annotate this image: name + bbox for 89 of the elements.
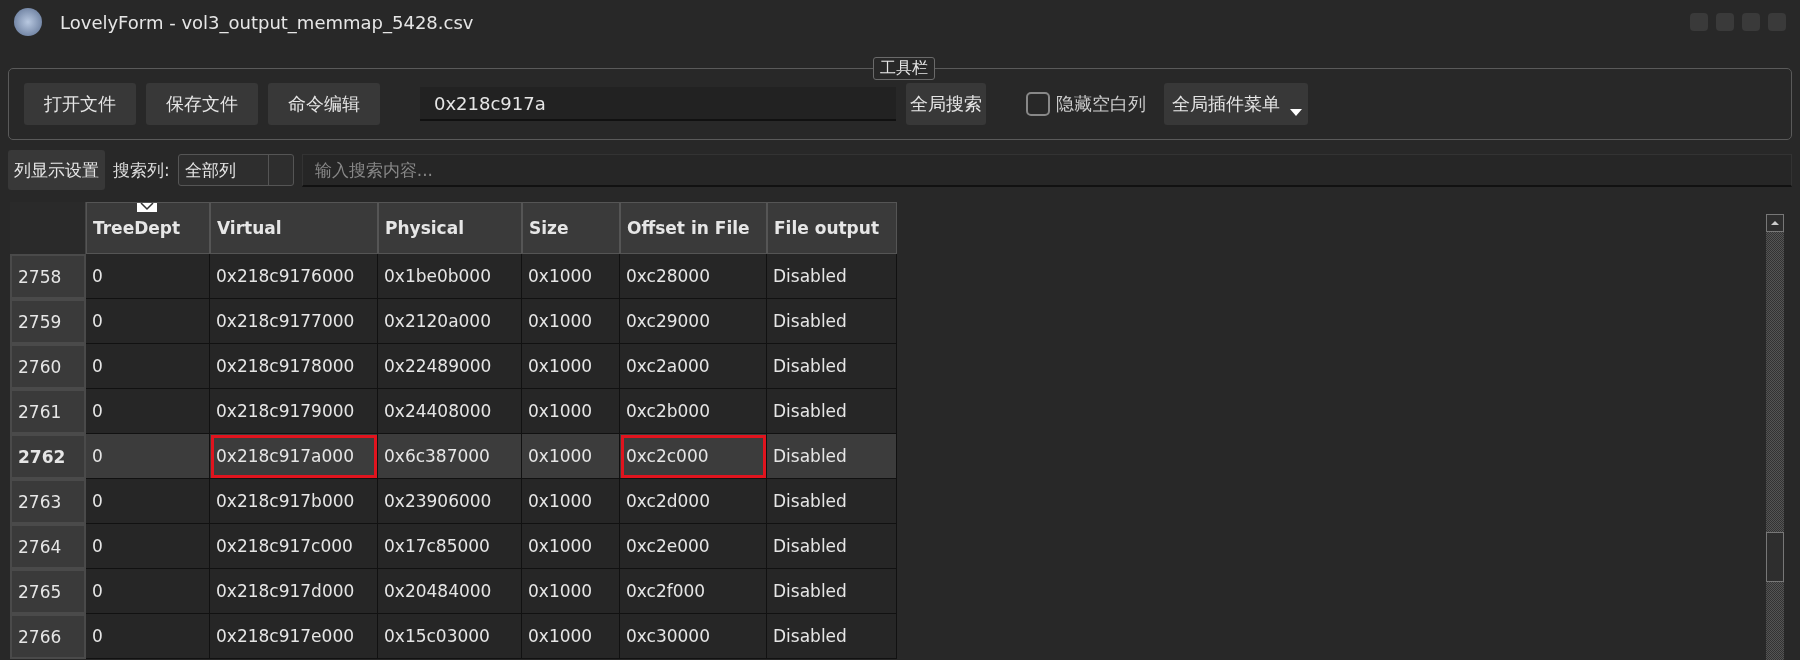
table-cell: 0 <box>86 524 210 569</box>
checkbox[interactable] <box>1026 92 1050 116</box>
table-cell: 0x1000 <box>522 254 620 299</box>
table-cell: 0xc2b000 <box>620 389 767 434</box>
table-cell: 0x218c917d000 <box>210 569 378 614</box>
table-cell: 0x1000 <box>522 389 620 434</box>
scrollbar[interactable] <box>1766 214 1784 660</box>
row-header[interactable]: 2761 <box>10 389 86 434</box>
toolbar-button[interactable]: 保存文件 <box>146 83 258 125</box>
column-dropdown[interactable]: 全部列 <box>177 154 294 186</box>
table-cell: 0x23906000 <box>378 479 522 524</box>
table-cell: 0x17c85000 <box>378 524 522 569</box>
table-cell: 0x218c917a000 <box>210 434 378 479</box>
table-cell: 0xc2a000 <box>620 344 767 389</box>
column-header[interactable]: TreeDept <box>86 202 210 254</box>
row-header[interactable]: 2760 <box>10 344 86 389</box>
column-header[interactable]: File output <box>767 202 897 254</box>
table-cell: Disabled <box>767 614 897 659</box>
table-cell: 0 <box>86 389 210 434</box>
column-settings-button[interactable]: 列显示设置 <box>8 150 105 190</box>
table-cell: 0 <box>86 344 210 389</box>
app-icon <box>14 8 42 36</box>
group-title: 工具栏 <box>873 57 935 80</box>
scroll-up-icon[interactable] <box>1766 214 1784 232</box>
column-header[interactable]: Size <box>522 202 620 254</box>
table-cell: 0 <box>86 254 210 299</box>
sort-icon <box>137 203 157 212</box>
table-cell: 0 <box>86 299 210 344</box>
table-cell: Disabled <box>767 524 897 569</box>
row-header[interactable]: 2762 <box>10 434 86 479</box>
row-header[interactable]: 2765 <box>10 569 86 614</box>
table-cell: 0x1000 <box>522 479 620 524</box>
table-cell: 0xc30000 <box>620 614 767 659</box>
table-cell: 0xc2c000 <box>620 434 767 479</box>
table-cell: 0xc2f000 <box>620 569 767 614</box>
table-cell: 0x1000 <box>522 524 620 569</box>
table-cell: 0 <box>86 434 210 479</box>
row-header[interactable]: 2764 <box>10 524 86 569</box>
column-header[interactable]: Offset in File <box>620 202 767 254</box>
table-cell: 0 <box>86 614 210 659</box>
table-cell: 0x24408000 <box>378 389 522 434</box>
table-cell: 0x22489000 <box>378 344 522 389</box>
table-cell: 0x218c9176000 <box>210 254 378 299</box>
table-cell: Disabled <box>767 479 897 524</box>
plugin-menu-button[interactable]: 全局插件菜单 <box>1164 83 1308 125</box>
table-cell: 0x218c917b000 <box>210 479 378 524</box>
table-cell: 0x218c917e000 <box>210 614 378 659</box>
table-cell: 0xc28000 <box>620 254 767 299</box>
row-header[interactable]: 2758 <box>10 254 86 299</box>
table-cell: 0 <box>86 569 210 614</box>
table-cell: Disabled <box>767 254 897 299</box>
caret-icon <box>1290 109 1302 117</box>
table-cell: 0x6c387000 <box>378 434 522 479</box>
window-title: LovelyForm - vol3_output_memmap_5428.csv <box>60 11 475 33</box>
table-cell: 0x218c917c000 <box>210 524 378 569</box>
table-cell: 0x1000 <box>522 299 620 344</box>
table-cell: Disabled <box>767 569 897 614</box>
row-header[interactable]: 2759 <box>10 299 86 344</box>
table-cell: 0x218c9179000 <box>210 389 378 434</box>
table-cell: 0x1000 <box>522 614 620 659</box>
row-header[interactable]: 2766 <box>10 614 86 659</box>
table-cell: 0x1be0b000 <box>378 254 522 299</box>
table-cell: Disabled <box>767 389 897 434</box>
table-cell: Disabled <box>767 344 897 389</box>
table-cell: 0x1000 <box>522 434 620 479</box>
search-field[interactable]: 输入搜索内容... <box>301 153 1792 187</box>
table-cell: 0x2120a000 <box>378 299 522 344</box>
checkbox-label: 隐藏空白列 <box>1056 92 1146 116</box>
table-cell: Disabled <box>767 434 897 479</box>
global-search-button[interactable]: 全局搜索 <box>906 83 986 125</box>
table-cell: Disabled <box>767 299 897 344</box>
toolbar-button[interactable]: 命令编辑 <box>268 83 380 125</box>
global-search-field[interactable]: 0x218c917a <box>420 87 896 121</box>
table-cell: 0xc2d000 <box>620 479 767 524</box>
table-cell: 0x218c9178000 <box>210 344 378 389</box>
table-cell: 0x1000 <box>522 569 620 614</box>
table-cell: 0x218c9177000 <box>210 299 378 344</box>
column-header[interactable]: Physical <box>378 202 522 254</box>
table-cell: 0xc2e000 <box>620 524 767 569</box>
table-cell: 0x1000 <box>522 344 620 389</box>
table-cell: 0x15c03000 <box>378 614 522 659</box>
column-header[interactable]: Virtual <box>210 202 378 254</box>
row-header[interactable]: 2763 <box>10 479 86 524</box>
toolbar-button[interactable]: 打开文件 <box>24 83 136 125</box>
scroll-thumb[interactable] <box>1766 532 1784 582</box>
table-cell: 0xc29000 <box>620 299 767 344</box>
table-cell: 0 <box>86 479 210 524</box>
table-cell: 0x20484000 <box>378 569 522 614</box>
search-column-label: 搜索列: <box>113 158 170 182</box>
